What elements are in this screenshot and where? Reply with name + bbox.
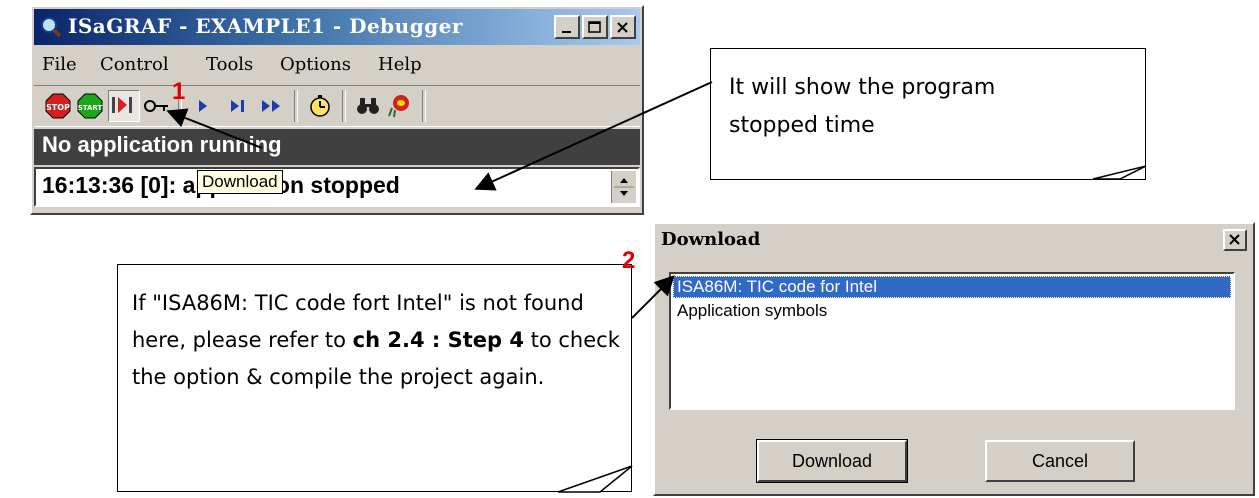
menu-help[interactable]: Help: [378, 54, 422, 75]
dialog-close-button[interactable]: [1223, 229, 1247, 251]
download-tooltip: Download: [197, 170, 283, 194]
cancel-button[interactable]: Cancel: [985, 440, 1135, 482]
list-item-tic-code[interactable]: ISA86M: TIC code for Intel: [673, 276, 1231, 298]
download-dialog-title: Download: [661, 229, 761, 250]
close-icon: [1229, 234, 1240, 245]
download-icon: [112, 97, 132, 113]
timer-button[interactable]: [306, 92, 334, 120]
run-icon: [199, 100, 207, 112]
svg-text:STOP: STOP: [46, 103, 70, 112]
download-dialog: Download ISA86M: TIC code for Intel Appl…: [653, 222, 1255, 496]
stop-button[interactable]: STOP: [44, 92, 72, 120]
debugger-title: ISaGRAF - EXAMPLE1 - Debugger: [68, 14, 463, 38]
step-button[interactable]: [224, 92, 252, 120]
maximize-icon: [588, 21, 601, 33]
message-spinner[interactable]: [611, 171, 636, 203]
menu-tools[interactable]: Tools: [206, 54, 253, 75]
maximize-button[interactable]: [582, 15, 608, 39]
download-toolbar-button[interactable]: [108, 90, 140, 122]
start-button[interactable]: START: [76, 92, 104, 120]
menu-file[interactable]: File: [42, 54, 77, 75]
debugger-window: ISaGRAF - EXAMPLE1 - Debugger File Contr…: [30, 5, 644, 215]
list-item-app-symbols[interactable]: Application symbols: [673, 300, 1231, 322]
close-icon: [617, 22, 628, 33]
callout-bottom-bold: ch 2.4 : Step 4: [352, 328, 524, 352]
download-list[interactable]: ISA86M: TIC code for Intel Application s…: [669, 272, 1235, 410]
callout-top-line2: stopped time: [729, 113, 875, 138]
binoculars-icon: [357, 98, 379, 114]
key-icon: [144, 100, 168, 112]
menu-bar: File Control Tools Options Help: [34, 49, 640, 81]
close-button[interactable]: [610, 15, 636, 39]
timer-icon: [310, 95, 330, 117]
spinner-arrows-icon: [614, 178, 634, 196]
callout-top-line1: It will show the program: [729, 75, 996, 100]
spy-icon: [388, 95, 409, 118]
status-bar: No application running: [34, 129, 640, 165]
step-2-label: 2: [622, 247, 636, 274]
binoculars-button[interactable]: [354, 92, 382, 120]
spy-button[interactable]: [386, 92, 414, 120]
start-icon: START: [77, 93, 103, 119]
message-box: 16:13:36 [0]: application stopped: [34, 167, 640, 207]
download-button-label: Download: [791, 451, 873, 471]
fast-forward-button[interactable]: [258, 92, 286, 120]
fast-forward-icon: [262, 100, 280, 112]
minimize-icon: [562, 31, 571, 33]
menu-options[interactable]: Options: [280, 54, 351, 75]
toolbar: STOP START: [34, 85, 640, 127]
step-icon: [231, 100, 244, 112]
minimize-button[interactable]: [554, 15, 580, 39]
status-text: No application running: [42, 132, 282, 157]
toolbar-separator: [294, 90, 298, 122]
ticcode-note-callout: If "ISA86M: TIC code fort Intel" is not …: [117, 264, 632, 492]
callout-bottom-text: If "ISA86M: TIC code fort Intel" is not …: [132, 285, 621, 396]
menu-control[interactable]: Control: [100, 54, 169, 75]
magnifier-app-icon: [40, 16, 62, 38]
stopped-time-callout: It will show the program stopped time: [710, 48, 1146, 180]
run-button[interactable]: [190, 92, 218, 120]
download-button[interactable]: Download: [756, 439, 908, 483]
svg-text:START: START: [78, 104, 103, 112]
toolbar-separator: [342, 90, 346, 122]
cancel-button-label: Cancel: [1031, 451, 1089, 471]
stop-icon: STOP: [45, 93, 71, 119]
debugger-title-bar[interactable]: ISaGRAF - EXAMPLE1 - Debugger: [34, 9, 640, 45]
toolbar-separator: [422, 90, 426, 122]
step-1-label: 1: [172, 78, 186, 105]
download-dialog-title-bar[interactable]: Download: [657, 226, 1251, 254]
key-button[interactable]: [142, 92, 170, 120]
